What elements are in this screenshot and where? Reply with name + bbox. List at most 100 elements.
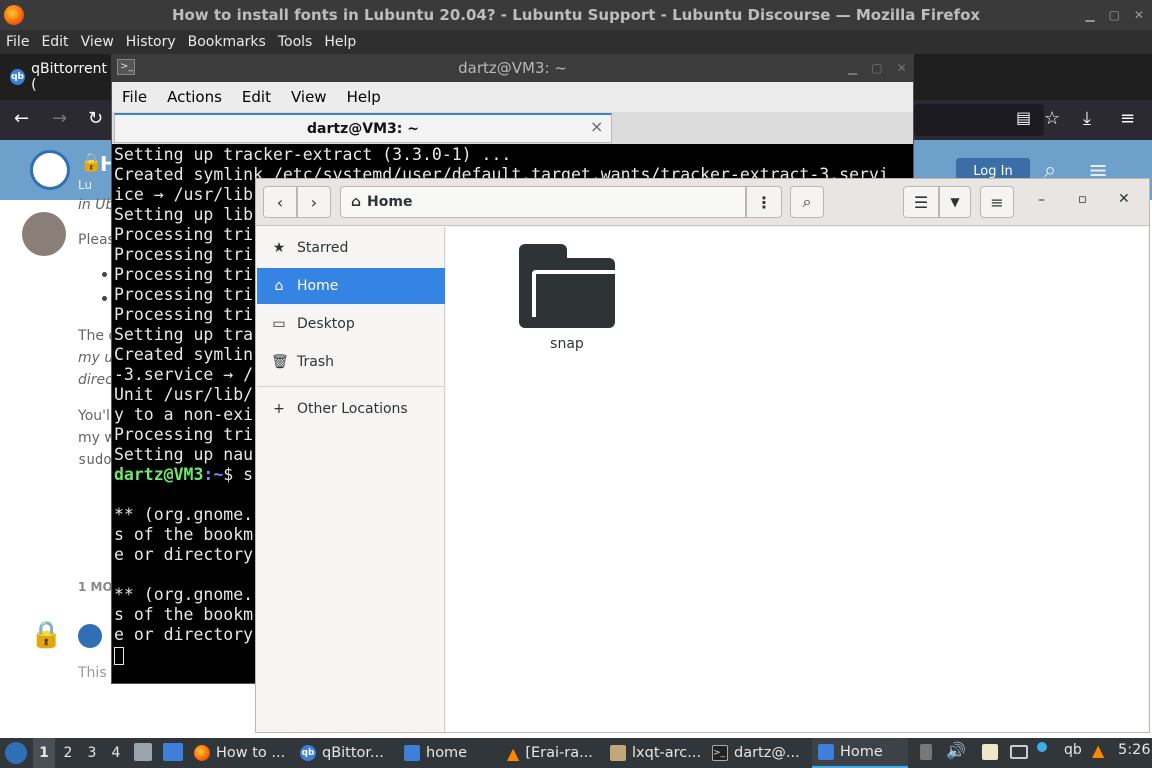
minimize-icon[interactable]: ▁ xyxy=(848,61,857,75)
volume-icon[interactable]: 🔊 xyxy=(946,741,966,760)
trash-icon: 🗑 xyxy=(271,354,289,370)
firefox-tab[interactable]: qb qBittorrent ( xyxy=(4,60,112,94)
forward-icon[interactable]: → xyxy=(52,108,67,129)
task-firefox[interactable]: How to ... xyxy=(194,738,294,768)
vertical-dots-icon: ⋮ xyxy=(756,192,772,212)
sidebar-item-desktop[interactable]: ▭ Desktop xyxy=(257,306,445,342)
folder-icon xyxy=(532,270,615,317)
term-menu-edit[interactable]: Edit xyxy=(232,88,281,106)
time-gap-label: 1 MO xyxy=(78,580,113,594)
hamburger-menu-icon[interactable]: ≡ xyxy=(1120,108,1135,129)
task-archiver[interactable]: lxqt-arc... xyxy=(610,738,706,768)
terminal-window-controls: ▁ ▢ ✕ xyxy=(848,54,907,82)
tab-close-icon[interactable]: × xyxy=(590,117,603,136)
reload-icon[interactable]: ↻ xyxy=(88,108,103,129)
show-desktop-icon[interactable] xyxy=(163,743,183,761)
lubuntu-logo-icon[interactable] xyxy=(30,150,70,190)
path-bar[interactable]: ⌂ Home xyxy=(340,186,746,218)
vlc-icon: ▲ xyxy=(507,743,520,763)
maximize-icon[interactable]: ▫ xyxy=(1078,192,1087,207)
notes-icon[interactable] xyxy=(982,744,998,760)
task-label: lxqt-arc... xyxy=(632,745,702,761)
main-menu-button[interactable]: ≡ xyxy=(980,186,1014,218)
terminal-cursor xyxy=(114,646,124,665)
sidebar-item-home[interactable]: ⌂ Home xyxy=(257,268,445,304)
file-manager-launcher-icon[interactable] xyxy=(134,743,152,761)
view-options-button[interactable]: ▼ xyxy=(939,186,971,218)
ff-menu-history[interactable]: History xyxy=(120,34,182,50)
bullet xyxy=(102,296,107,301)
back-icon[interactable]: ← xyxy=(14,108,29,129)
search-button[interactable]: ⌕ xyxy=(790,186,824,218)
system-avatar[interactable] xyxy=(78,624,102,648)
closed-notice: This xyxy=(78,665,107,681)
firefox-icon xyxy=(194,745,210,761)
post-text: You'l xyxy=(78,408,110,424)
firefox-logo-icon xyxy=(4,5,24,25)
task-terminal[interactable]: >_ dartz@... xyxy=(712,738,808,768)
desktop-switch-1[interactable]: 1 xyxy=(33,738,55,768)
sidebar-item-starred[interactable]: ★ Starred xyxy=(257,230,445,266)
task-vlc[interactable]: ▲ [Erai-ra... xyxy=(507,738,603,768)
term-menu-help[interactable]: Help xyxy=(337,88,391,106)
update-notifier-icon[interactable] xyxy=(1037,742,1047,752)
minimize-icon[interactable]: ▁ xyxy=(1085,8,1094,22)
terminal-icon: >_ xyxy=(712,745,728,761)
search-icon: ⌕ xyxy=(802,192,812,211)
desktop-switch-2[interactable]: 2 xyxy=(57,738,79,768)
downloads-icon[interactable]: ⤓ xyxy=(1083,108,1091,129)
vlc-tray-icon[interactable]: ▲ xyxy=(1092,741,1104,760)
sidebar-item-label: Other Locations xyxy=(297,401,408,417)
terminal-titlebar: dartz@VM3: ~ xyxy=(111,54,914,82)
list-view-button[interactable]: ☰ xyxy=(903,186,939,218)
network-icon[interactable] xyxy=(1010,745,1028,759)
maximize-icon[interactable]: ▢ xyxy=(1109,8,1120,22)
folder-label[interactable]: snap xyxy=(519,336,615,352)
ff-menu-bookmarks[interactable]: Bookmarks xyxy=(182,34,272,50)
term-menu-view[interactable]: View xyxy=(281,88,337,106)
post-text: Pleas xyxy=(78,232,115,248)
ff-menu-view[interactable]: View xyxy=(75,34,120,50)
firefox-menubar: File Edit View History Bookmarks Tools H… xyxy=(0,30,1152,54)
bookmark-star-icon[interactable]: ☆ xyxy=(1044,108,1060,129)
ff-menu-edit[interactable]: Edit xyxy=(35,34,74,50)
home-icon: ⌂ xyxy=(351,194,362,210)
terminal-line: Setting up tracker-extract (3.3.0-1) ... xyxy=(114,145,512,164)
start-menu-icon[interactable] xyxy=(5,742,27,764)
close-icon[interactable]: ✕ xyxy=(1134,8,1144,22)
lock-icon: 🔒 xyxy=(30,620,63,650)
sidebar-item-trash[interactable]: 🗑 Trash xyxy=(257,344,445,380)
path-menu-button[interactable]: ⋮ xyxy=(746,186,782,218)
term-menu-file[interactable]: File xyxy=(112,88,157,106)
maximize-icon[interactable]: ▢ xyxy=(871,61,882,75)
task-home-folder[interactable]: home xyxy=(404,738,500,768)
sidebar-item-label: Desktop xyxy=(297,316,355,332)
category-breadcrumb[interactable]: Lu xyxy=(78,178,92,192)
minimize-icon[interactable]: – xyxy=(1038,192,1045,208)
clipboard-icon[interactable] xyxy=(920,744,932,760)
sidebar-item-label: Starred xyxy=(297,240,349,256)
ff-menu-file[interactable]: File xyxy=(0,34,35,50)
reader-view-icon[interactable]: ▤ xyxy=(1016,108,1031,127)
forward-button[interactable]: › xyxy=(297,186,331,218)
ff-menu-tools[interactable]: Tools xyxy=(272,34,319,50)
chevron-left-icon: ‹ xyxy=(276,192,284,212)
terminal-tab[interactable]: dartz@VM3: ~ xyxy=(114,113,612,143)
back-button[interactable]: ‹ xyxy=(263,186,297,218)
task-qbittorrent[interactable]: qb qBittor... xyxy=(300,738,396,768)
task-files[interactable]: Home xyxy=(812,738,908,768)
task-label: qBittor... xyxy=(322,745,384,761)
home-icon: ⌂ xyxy=(274,278,284,294)
desktop-switch-3[interactable]: 3 xyxy=(81,738,103,768)
folder-icon xyxy=(404,745,420,761)
close-icon[interactable]: ✕ xyxy=(897,61,907,75)
sidebar-item-other-locations[interactable]: + Other Locations xyxy=(257,391,445,427)
ff-menu-help[interactable]: Help xyxy=(318,34,362,50)
prompt-path: :~ xyxy=(203,465,224,484)
avatar[interactable] xyxy=(22,212,66,256)
qbittorrent-tray-icon[interactable]: qb xyxy=(1064,742,1082,758)
clock[interactable]: 5:26 xyxy=(1118,742,1151,758)
desktop-switch-4[interactable]: 4 xyxy=(105,738,127,768)
term-menu-actions[interactable]: Actions xyxy=(157,88,232,106)
close-icon[interactable]: ✕ xyxy=(1118,191,1130,207)
